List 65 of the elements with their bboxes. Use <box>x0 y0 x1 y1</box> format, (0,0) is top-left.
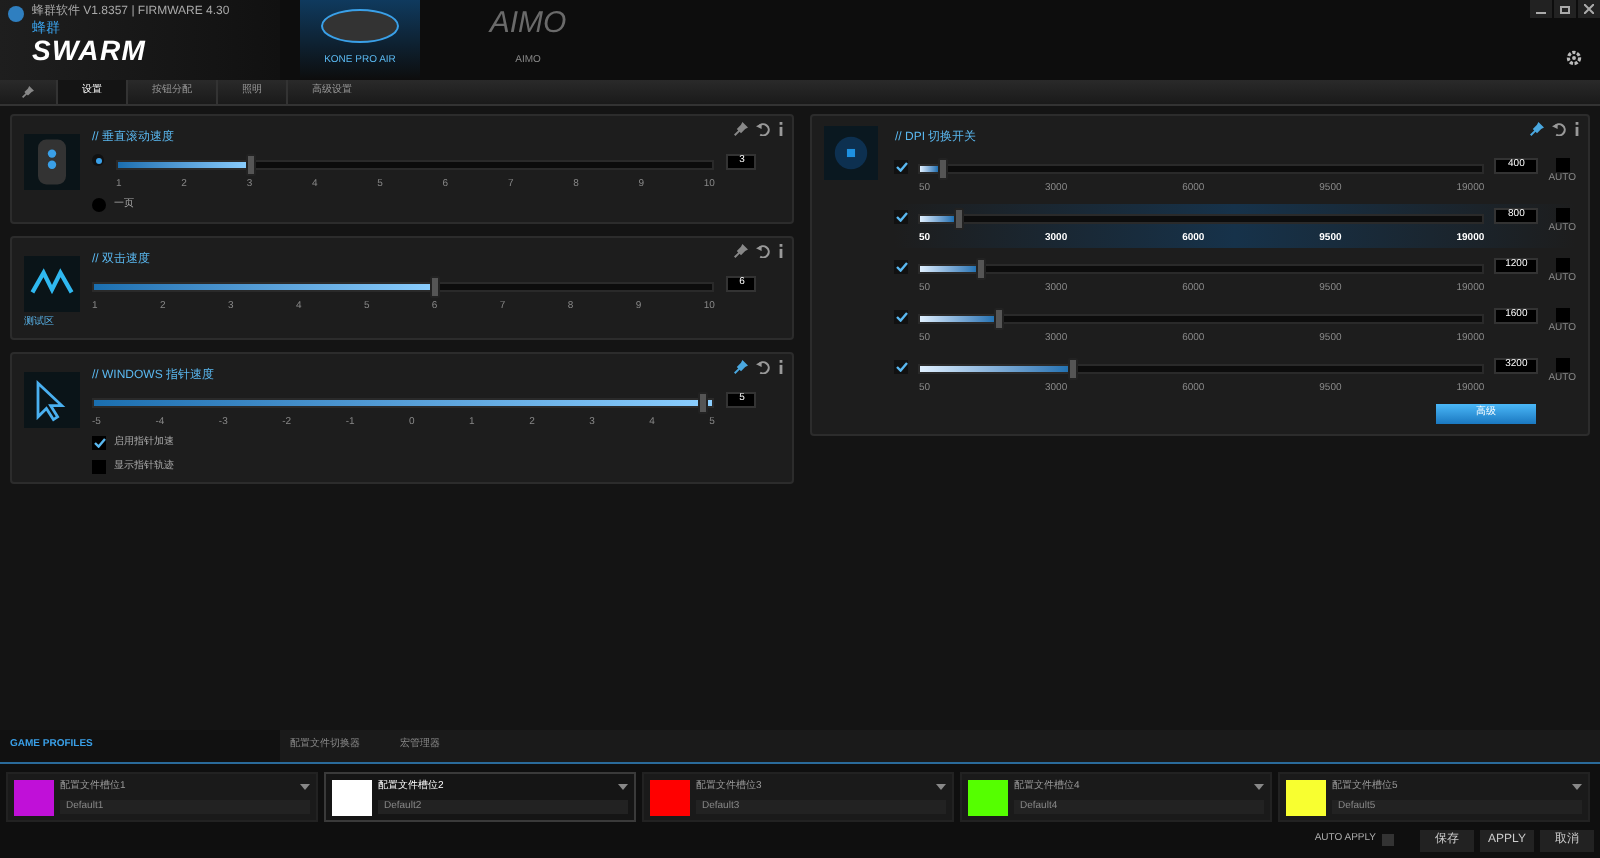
auto-checkbox[interactable] <box>1555 358 1570 372</box>
undo-icon[interactable] <box>756 360 771 374</box>
color-swatch[interactable] <box>650 780 690 816</box>
slider-thumb[interactable] <box>937 158 948 180</box>
info-icon[interactable] <box>778 122 785 136</box>
radio-button[interactable] <box>92 154 104 166</box>
undo-icon[interactable] <box>1552 122 1566 136</box>
minimize-button[interactable] <box>1530 0 1552 18</box>
slider-thumb[interactable] <box>698 392 709 414</box>
dropdown-icon[interactable] <box>300 784 310 791</box>
sensor-icon <box>824 126 879 180</box>
checkbox[interactable] <box>894 360 909 374</box>
device-logo: AIMO <box>489 4 567 44</box>
settings-icon[interactable] <box>1566 50 1582 66</box>
slider-thumb[interactable] <box>975 258 986 280</box>
auto-checkbox[interactable] <box>1555 208 1570 222</box>
restore-button[interactable] <box>1554 0 1576 18</box>
slider-thumb[interactable] <box>994 308 1005 330</box>
check-icon <box>895 262 908 272</box>
checkbox[interactable] <box>894 160 909 174</box>
info-icon[interactable] <box>778 243 785 257</box>
auto-checkbox[interactable] <box>1555 158 1570 172</box>
info-icon[interactable] <box>1574 122 1580 136</box>
checkbox[interactable] <box>894 210 909 224</box>
check-icon <box>895 362 908 372</box>
undo-icon[interactable] <box>756 122 771 136</box>
auto-checkbox[interactable] <box>1555 258 1570 272</box>
dropdown-icon[interactable] <box>936 784 946 791</box>
cursor-icon <box>24 372 80 428</box>
auto-apply-checkbox[interactable] <box>1382 834 1394 846</box>
slider-thumb[interactable] <box>246 154 257 176</box>
dropdown-icon[interactable] <box>1572 784 1582 791</box>
check-icon <box>895 212 908 222</box>
color-swatch[interactable] <box>1286 780 1326 816</box>
pin-icon[interactable] <box>1530 122 1544 136</box>
auto-checkbox[interactable] <box>1555 308 1570 322</box>
checkbox[interactable] <box>92 436 106 451</box>
logo-text: SWARM <box>32 36 149 64</box>
checkbox[interactable] <box>92 459 106 474</box>
close-button[interactable] <box>1578 0 1600 18</box>
slider-thumb[interactable] <box>1068 358 1079 380</box>
mouse-wheel-icon <box>24 134 80 190</box>
undo-icon[interactable] <box>756 243 771 257</box>
app-logo-icon <box>8 5 24 21</box>
mouse-icon <box>318 4 402 44</box>
checkbox[interactable] <box>894 310 909 324</box>
pin-icon[interactable] <box>734 122 749 136</box>
check-icon <box>895 312 908 322</box>
slider-thumb[interactable] <box>953 208 964 230</box>
pin-icon[interactable] <box>22 86 34 98</box>
pin-icon[interactable] <box>734 360 749 374</box>
check-icon <box>895 162 908 172</box>
dropdown-icon[interactable] <box>618 784 628 791</box>
slider-thumb[interactable] <box>430 275 441 297</box>
color-swatch[interactable] <box>332 780 372 816</box>
radio-button[interactable] <box>92 198 106 213</box>
check-icon <box>93 438 105 449</box>
color-swatch[interactable] <box>968 780 1008 816</box>
pin-icon[interactable] <box>734 243 749 257</box>
info-icon[interactable] <box>778 360 785 374</box>
close-icon <box>1584 4 1594 14</box>
checkbox[interactable] <box>894 260 909 274</box>
dropdown-icon[interactable] <box>1254 784 1264 791</box>
wave-icon <box>24 255 80 311</box>
color-swatch[interactable] <box>14 780 54 816</box>
